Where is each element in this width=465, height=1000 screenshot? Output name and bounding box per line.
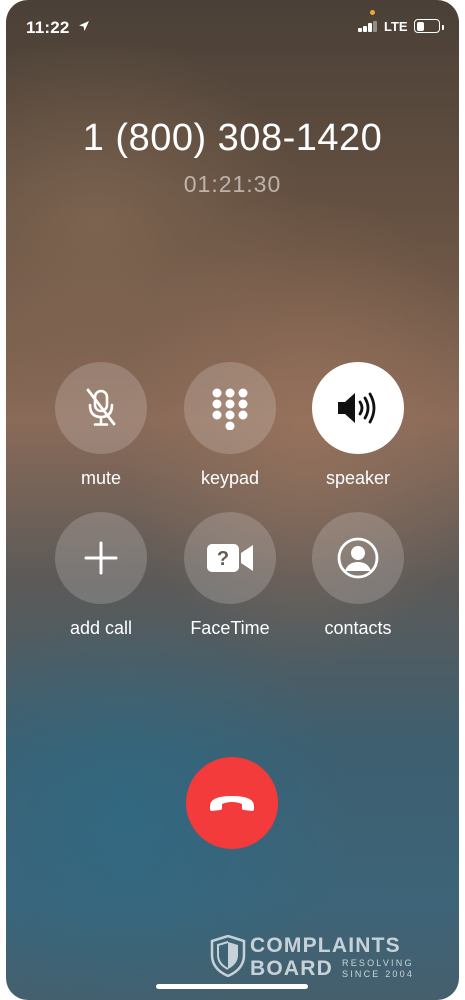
watermark-tagline: RESOLVING SINCE 2004: [342, 958, 432, 980]
network-type: LTE: [384, 19, 408, 34]
caller-number: 1 (800) 308-1420: [82, 117, 383, 159]
phone-hangup-icon: [210, 796, 254, 811]
facetime-control[interactable]: ? FaceTime: [184, 512, 276, 639]
keypad-control[interactable]: keypad: [184, 362, 276, 489]
cellular-signal-icon: [358, 20, 380, 32]
speaker-volume-icon: [338, 392, 376, 424]
end-call-button[interactable]: [186, 757, 278, 849]
status-time: 11:22: [26, 18, 70, 37]
battery-level-fill: [416, 21, 424, 31]
facetime-label: FaceTime: [190, 618, 270, 638]
keypad-grid-icon: [212, 388, 248, 430]
speaker-control[interactable]: speaker: [312, 362, 404, 489]
privacy-indicator-dot: [370, 10, 375, 15]
watermark-tag2: SINCE 2004: [342, 969, 415, 979]
watermark-logo: COMPLAINTS BOARD RESOLVING SINCE 2004: [210, 934, 432, 981]
keypad-button[interactable]: [184, 362, 276, 454]
mute-control[interactable]: mute: [55, 362, 147, 489]
microphone-slash-icon: [86, 388, 116, 426]
battery-icon: [414, 19, 440, 33]
battery-cap: [442, 25, 444, 30]
facetime-button[interactable]: ?: [184, 512, 276, 604]
call-screen: 11:22 LTE 1 (800) 308-1420 01:21:30 mute…: [6, 0, 459, 1000]
location-arrow-icon: [79, 21, 89, 31]
add-call-button[interactable]: [55, 512, 147, 604]
watermark-tag1: RESOLVING: [342, 958, 414, 968]
speaker-label: speaker: [325, 468, 391, 488]
call-duration: 01:21:30: [183, 171, 282, 197]
watermark-line2: BOARD: [250, 957, 333, 980]
add-call-control[interactable]: add call: [55, 512, 147, 639]
watermark-title: COMPLAINTS: [250, 934, 401, 957]
contacts-label: contacts: [324, 618, 392, 638]
contacts-control[interactable]: contacts: [312, 512, 404, 639]
status-bar: 11:22 LTE: [6, 10, 459, 40]
contact-person-icon: [337, 537, 379, 579]
shield-logo-icon: [210, 935, 246, 977]
home-indicator[interactable]: [156, 984, 308, 989]
speaker-button[interactable]: [312, 362, 404, 454]
svg-text:?: ?: [217, 548, 229, 570]
plus-icon: [84, 541, 118, 575]
contacts-button[interactable]: [312, 512, 404, 604]
mute-label: mute: [80, 468, 122, 488]
mute-button[interactable]: [55, 362, 147, 454]
facetime-video-icon: ?: [207, 544, 253, 572]
add-call-label: add call: [69, 618, 133, 638]
keypad-label: keypad: [200, 468, 260, 488]
